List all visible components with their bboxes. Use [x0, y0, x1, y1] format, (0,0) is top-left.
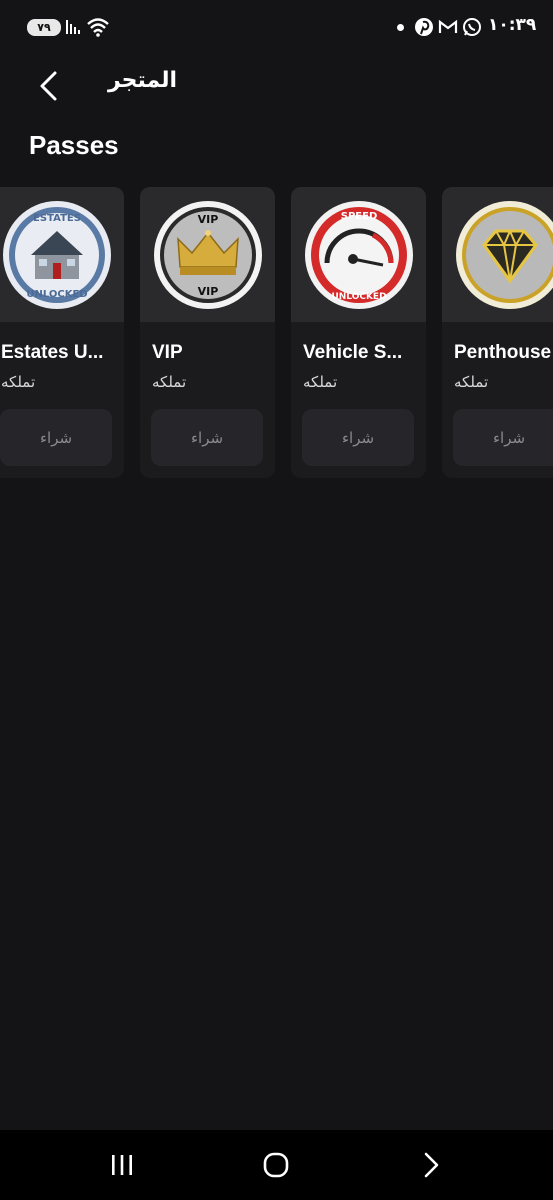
- recent-apps-icon: [112, 1155, 132, 1175]
- home-icon: [263, 1152, 289, 1178]
- wifi-icon: [87, 18, 109, 37]
- pass-status: تملكه: [454, 373, 489, 391]
- svg-text:VIP: VIP: [197, 285, 218, 298]
- buy-button[interactable]: شراء: [151, 409, 263, 466]
- pass-image: ESTATES UNLOCKED: [0, 187, 124, 322]
- pass-image: [442, 187, 553, 322]
- pass-card-penthouse[interactable]: Penthouse تملكه شراء: [442, 187, 553, 478]
- diamond-icon: [455, 200, 553, 309]
- crown-icon: VIP VIP: [153, 200, 262, 309]
- svg-text:SPEED: SPEED: [340, 211, 377, 222]
- store-screen: ٧٩ ١٠:٣٩ المتجر Passes ESTATES UNLOCKED …: [0, 0, 553, 1200]
- app-header: المتجر: [0, 54, 553, 118]
- system-nav-bar: [0, 1130, 553, 1200]
- buy-button[interactable]: شراء: [0, 409, 112, 466]
- signal-icon: [66, 20, 80, 34]
- pass-card-vehicle-speed[interactable]: SPEED UNLOCKED Vehicle S... تملكه شراء: [291, 187, 426, 478]
- svg-text:UNLOCKED: UNLOCKED: [26, 289, 87, 300]
- pass-card-vip[interactable]: VIP VIP VIP تملكه شراء: [140, 187, 275, 478]
- buy-button[interactable]: شراء: [302, 409, 414, 466]
- back-button[interactable]: [28, 66, 68, 106]
- buy-button[interactable]: شراء: [453, 409, 553, 466]
- gmail-icon: [438, 19, 458, 33]
- pinterest-icon: [415, 18, 433, 36]
- pass-image: VIP VIP: [140, 187, 275, 322]
- speedometer-icon: SPEED UNLOCKED: [304, 200, 413, 309]
- notification-dot-icon: [397, 24, 404, 31]
- pass-image: SPEED UNLOCKED: [291, 187, 426, 322]
- passes-carousel[interactable]: ESTATES UNLOCKED Estates U... تملكه شراء…: [0, 187, 553, 479]
- chevron-right-icon: [424, 1152, 439, 1178]
- svg-text:VIP: VIP: [197, 213, 218, 226]
- battery-indicator: ٧٩: [27, 19, 61, 36]
- pass-status: تملكه: [303, 373, 338, 391]
- svg-text:UNLOCKED: UNLOCKED: [331, 292, 386, 302]
- pass-card-estates[interactable]: ESTATES UNLOCKED Estates U... تملكه شراء: [0, 187, 124, 478]
- clock: ١٠:٣٩: [488, 15, 537, 35]
- pass-name: Vehicle S...: [303, 342, 403, 363]
- chevron-left-icon: [40, 71, 57, 101]
- pass-name: Estates U...: [1, 342, 104, 363]
- svg-text:ESTATES: ESTATES: [33, 213, 81, 224]
- house-icon: ESTATES UNLOCKED: [2, 200, 111, 309]
- back-nav-button[interactable]: [386, 1130, 476, 1200]
- pass-status: تملكه: [152, 373, 187, 391]
- section-title: Passes: [29, 130, 119, 160]
- whatsapp-icon: [463, 18, 481, 36]
- pass-status: تملكه: [1, 373, 36, 391]
- pass-name: Penthouse: [454, 342, 552, 363]
- status-bar: ٧٩ ١٠:٣٩: [0, 0, 553, 54]
- pass-name: VIP: [152, 342, 183, 363]
- page-title: المتجر: [108, 68, 178, 93]
- recent-apps-button[interactable]: [77, 1130, 167, 1200]
- home-button[interactable]: [231, 1130, 321, 1200]
